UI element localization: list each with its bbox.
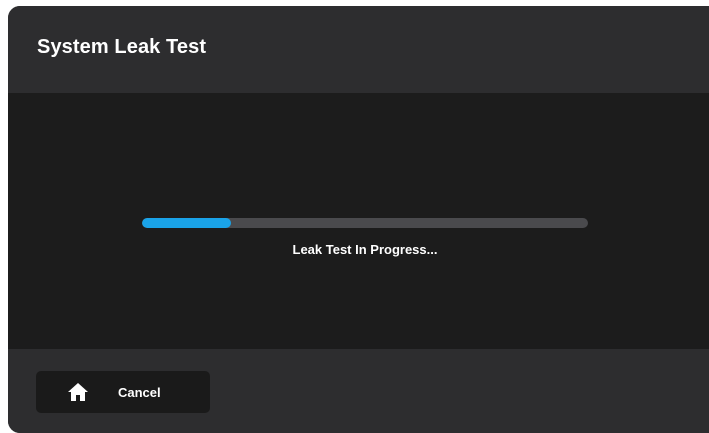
header-bar: System Leak Test: [8, 6, 709, 93]
home-icon: [67, 382, 89, 402]
progress-bar-fill: [142, 218, 232, 228]
status-text: Leak Test In Progress...: [292, 242, 438, 257]
cancel-button[interactable]: Cancel: [36, 371, 210, 413]
footer-bar: Cancel: [8, 349, 709, 433]
progress-bar: [142, 218, 588, 228]
cancel-button-label: Cancel: [118, 384, 161, 400]
leak-test-screen: System Leak Test Leak Test In Progress..…: [8, 6, 709, 433]
page-title: System Leak Test: [37, 36, 207, 58]
content-area: Leak Test In Progress...: [8, 93, 709, 349]
